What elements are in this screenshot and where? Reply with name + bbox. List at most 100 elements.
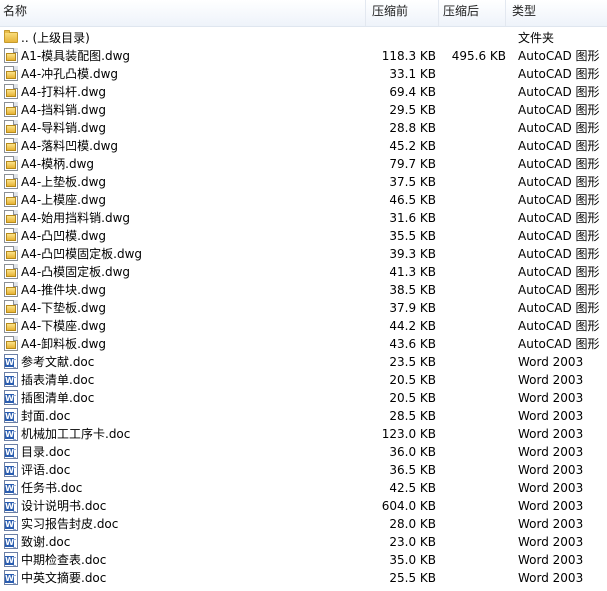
file-icon-cell	[3, 551, 19, 569]
column-divider[interactable]	[438, 0, 439, 26]
file-icon-cell	[3, 47, 19, 65]
file-type: Word 2003	[518, 427, 584, 441]
file-type: AutoCAD 图形	[518, 283, 600, 297]
file-name: 致谢.doc	[21, 535, 71, 549]
column-header-name[interactable]: 名称	[3, 0, 363, 26]
file-size: 29.5 KB	[389, 103, 436, 117]
file-row[interactable]: 参考文献.doc 23.5 KB Word 2003	[0, 353, 607, 371]
file-compressed-size	[440, 425, 506, 443]
file-row[interactable]: 任务书.doc 42.5 KB Word 2003	[0, 479, 607, 497]
doc-file-icon	[4, 480, 18, 495]
file-icon-cell	[3, 497, 19, 515]
file-type: Word 2003	[518, 391, 584, 405]
file-compressed-size	[440, 317, 506, 335]
doc-file-icon	[4, 408, 18, 423]
file-row[interactable]: A4-挡料销.dwg 29.5 KB AutoCAD 图形	[0, 101, 607, 119]
file-row[interactable]: A4-下垫板.dwg 37.9 KB AutoCAD 图形	[0, 299, 607, 317]
file-compressed-size	[440, 119, 506, 137]
file-list: .. (上级目录) 文件夹 A1-模具装配图.dwg 118.3 KB 495.6 KB…	[0, 27, 607, 587]
file-row[interactable]: A4-模柄.dwg 79.7 KB AutoCAD 图形	[0, 155, 607, 173]
file-icon-cell	[3, 209, 19, 227]
file-row[interactable]: A4-凸模固定板.dwg 41.3 KB AutoCAD 图形	[0, 263, 607, 281]
file-row[interactable]: 封面.doc 28.5 KB Word 2003	[0, 407, 607, 425]
file-row[interactable]: A1-模具装配图.dwg 118.3 KB 495.6 KB AutoCAD 图形	[0, 47, 607, 65]
file-size: 36.5 KB	[389, 463, 436, 477]
file-compressed-size	[440, 371, 506, 389]
file-size: 79.7 KB	[389, 157, 436, 171]
file-compressed-size	[440, 83, 506, 101]
file-name: 实习报告封皮.doc	[21, 517, 119, 531]
file-name: 中英文摘要.doc	[21, 571, 107, 585]
file-icon-cell	[3, 191, 19, 209]
file-row[interactable]: 插表清单.doc 20.5 KB Word 2003	[0, 371, 607, 389]
doc-file-icon	[4, 354, 18, 369]
file-name: 封面.doc	[21, 409, 71, 423]
file-row[interactable]: 目录.doc 36.0 KB Word 2003	[0, 443, 607, 461]
file-compressed-size	[440, 281, 506, 299]
file-icon-cell	[3, 425, 19, 443]
file-compressed-size	[440, 137, 506, 155]
column-header-compressed[interactable]: 压缩后	[443, 0, 505, 26]
dwg-file-icon	[4, 210, 18, 225]
file-type: Word 2003	[518, 355, 584, 369]
file-row[interactable]: 机械加工工序卡.doc 123.0 KB Word 2003	[0, 425, 607, 443]
folder-icon	[4, 30, 18, 43]
file-row[interactable]: 设计说明书.doc 604.0 KB Word 2003	[0, 497, 607, 515]
file-name: A4-卸料板.dwg	[21, 337, 107, 351]
file-type: AutoCAD 图形	[518, 265, 600, 279]
file-row[interactable]: 致谢.doc 23.0 KB Word 2003	[0, 533, 607, 551]
file-row[interactable]: A4-凸凹模固定板.dwg 39.3 KB AutoCAD 图形	[0, 245, 607, 263]
file-size: 37.9 KB	[389, 301, 436, 315]
file-row[interactable]: 评语.doc 36.5 KB Word 2003	[0, 461, 607, 479]
file-icon-cell	[3, 155, 19, 173]
file-icon-cell	[3, 173, 19, 191]
file-row[interactable]: A4-下模座.dwg 44.2 KB AutoCAD 图形	[0, 317, 607, 335]
file-icon-cell	[3, 263, 19, 281]
file-type: Word 2003	[518, 571, 584, 585]
file-size: 123.0 KB	[381, 427, 436, 441]
file-type: Word 2003	[518, 517, 584, 531]
file-row[interactable]: 中英文摘要.doc 25.5 KB Word 2003	[0, 569, 607, 587]
file-size: 25.5 KB	[389, 571, 436, 585]
file-row[interactable]: A4-冲孔凸模.dwg 33.1 KB AutoCAD 图形	[0, 65, 607, 83]
file-size: 44.2 KB	[389, 319, 436, 333]
file-type: AutoCAD 图形	[518, 337, 600, 351]
file-row[interactable]: A4-卸料板.dwg 43.6 KB AutoCAD 图形	[0, 335, 607, 353]
file-row[interactable]: A4-凸凹模.dwg 35.5 KB AutoCAD 图形	[0, 227, 607, 245]
file-compressed-size	[440, 569, 506, 587]
dwg-file-icon	[4, 318, 18, 333]
file-row[interactable]: A4-上垫板.dwg 37.5 KB AutoCAD 图形	[0, 173, 607, 191]
file-row[interactable]: A4-推件块.dwg 38.5 KB AutoCAD 图形	[0, 281, 607, 299]
column-header-size[interactable]: 压缩前	[372, 0, 438, 26]
file-row[interactable]: 实习报告封皮.doc 28.0 KB Word 2003	[0, 515, 607, 533]
file-name: A4-始用挡料销.dwg	[21, 211, 131, 225]
dwg-file-icon	[4, 300, 18, 315]
doc-file-icon	[4, 462, 18, 477]
file-compressed-size	[440, 29, 506, 47]
column-header-type[interactable]: 类型	[512, 0, 602, 26]
file-name: 中期检查表.doc	[21, 553, 107, 567]
file-row[interactable]: A4-始用挡料销.dwg 31.6 KB AutoCAD 图形	[0, 209, 607, 227]
file-row[interactable]: .. (上级目录) 文件夹	[0, 29, 607, 47]
column-divider[interactable]	[365, 0, 366, 26]
file-icon-cell	[3, 317, 19, 335]
file-row[interactable]: 中期检查表.doc 35.0 KB Word 2003	[0, 551, 607, 569]
file-row[interactable]: 插图清单.doc 20.5 KB Word 2003	[0, 389, 607, 407]
doc-file-icon	[4, 390, 18, 405]
file-type: AutoCAD 图形	[518, 319, 600, 333]
file-row[interactable]: A4-落料凹模.dwg 45.2 KB AutoCAD 图形	[0, 137, 607, 155]
file-icon-cell	[3, 407, 19, 425]
file-type: AutoCAD 图形	[518, 67, 600, 81]
file-row[interactable]: A4-导料销.dwg 28.8 KB AutoCAD 图形	[0, 119, 607, 137]
file-icon-cell	[3, 29, 19, 47]
doc-file-icon	[4, 534, 18, 549]
file-type: AutoCAD 图形	[518, 175, 600, 189]
doc-file-icon	[4, 426, 18, 441]
column-divider[interactable]	[505, 0, 506, 26]
file-type: AutoCAD 图形	[518, 121, 600, 135]
file-icon-cell	[3, 335, 19, 353]
file-size: 38.5 KB	[389, 283, 436, 297]
file-row[interactable]: A4-打料杆.dwg 69.4 KB AutoCAD 图形	[0, 83, 607, 101]
doc-file-icon	[4, 498, 18, 513]
file-row[interactable]: A4-上模座.dwg 46.5 KB AutoCAD 图形	[0, 191, 607, 209]
